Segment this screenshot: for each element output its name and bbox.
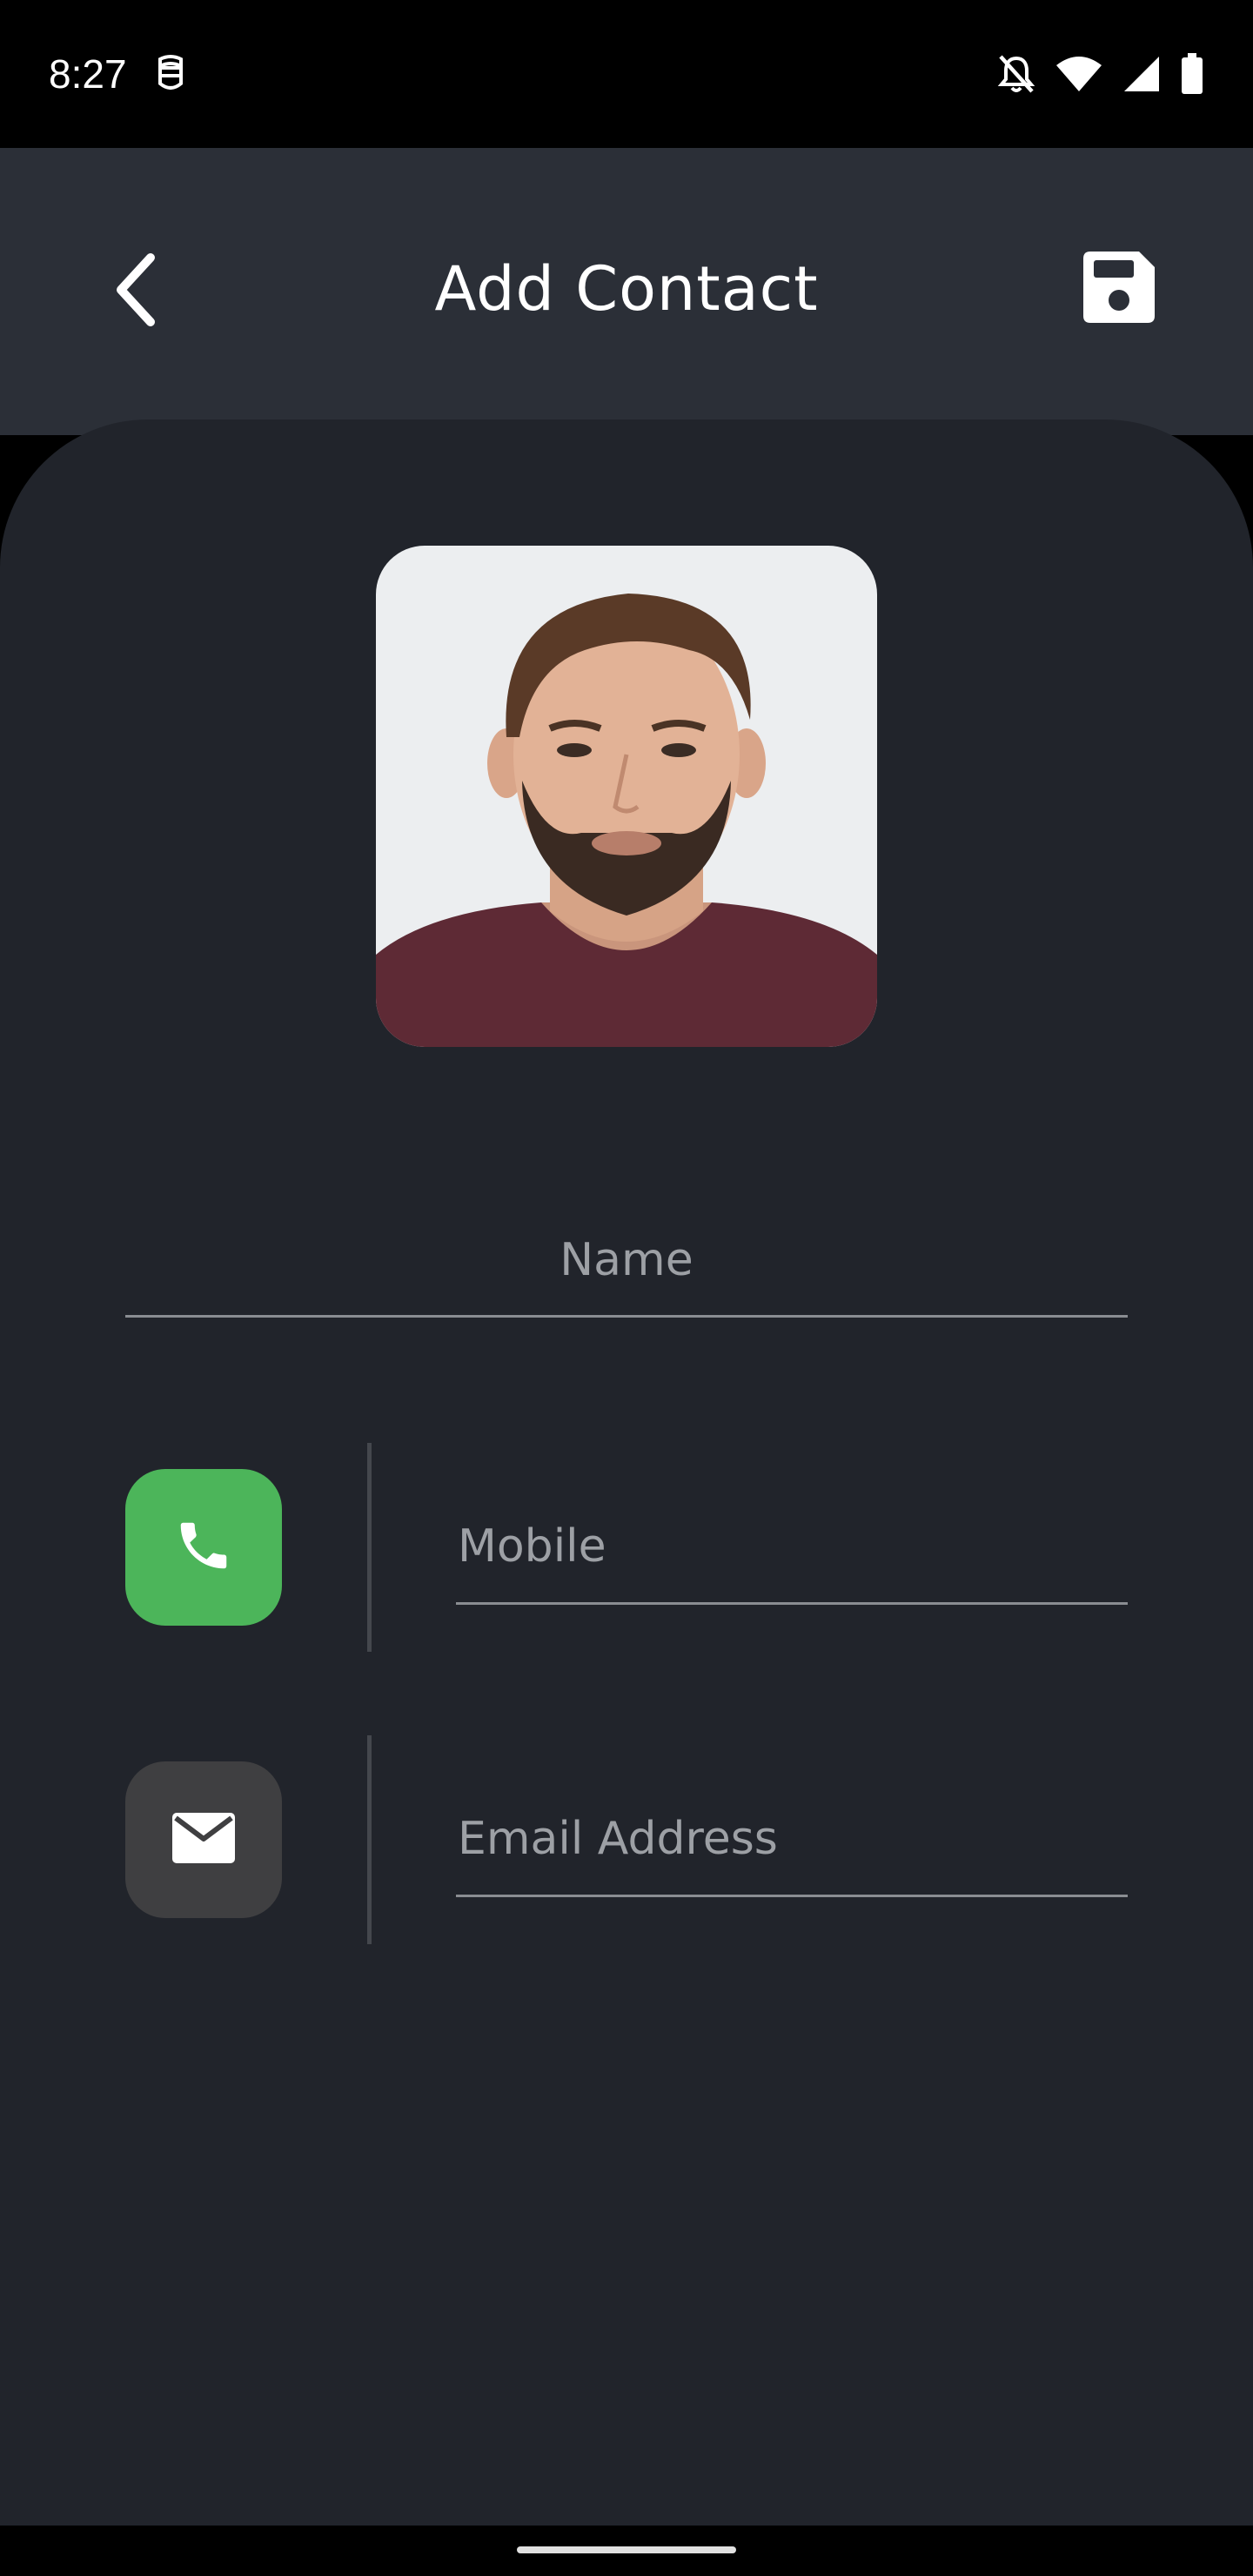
signal-icon bbox=[1122, 55, 1161, 93]
email-field[interactable] bbox=[456, 1774, 1128, 1897]
contact-form-card bbox=[0, 419, 1253, 2526]
email-input[interactable] bbox=[456, 1774, 1128, 1895]
home-indicator[interactable] bbox=[517, 2546, 736, 2553]
email-tile[interactable] bbox=[125, 1761, 282, 1918]
wifi-icon bbox=[1055, 55, 1103, 93]
app-header: Add Contact bbox=[0, 148, 1253, 435]
avatar-image bbox=[376, 546, 877, 1047]
name-input[interactable] bbox=[125, 1194, 1128, 1315]
battery-icon bbox=[1180, 53, 1204, 95]
phone-icon bbox=[173, 1515, 234, 1580]
status-icons bbox=[997, 50, 1204, 97]
floppy-disk-icon bbox=[1083, 251, 1155, 327]
contact-photo[interactable] bbox=[376, 546, 877, 1047]
notification-app-icon bbox=[153, 54, 188, 96]
email-row bbox=[125, 1735, 1128, 1944]
save-button[interactable] bbox=[1075, 245, 1163, 332]
name-field[interactable] bbox=[125, 1194, 1128, 1318]
mobile-row bbox=[125, 1443, 1128, 1652]
system-nav-bar bbox=[0, 2526, 1253, 2576]
mobile-field[interactable] bbox=[456, 1481, 1128, 1605]
status-time: 8:27 bbox=[49, 51, 127, 97]
page-title: Add Contact bbox=[434, 253, 819, 325]
bell-off-icon bbox=[997, 53, 1035, 95]
phone-tile[interactable] bbox=[125, 1469, 282, 1626]
envelope-icon bbox=[172, 1812, 235, 1868]
status-bar: 8:27 bbox=[0, 0, 1253, 148]
mobile-input[interactable] bbox=[456, 1481, 1128, 1602]
row-divider bbox=[367, 1443, 372, 1652]
row-divider bbox=[367, 1735, 372, 1944]
